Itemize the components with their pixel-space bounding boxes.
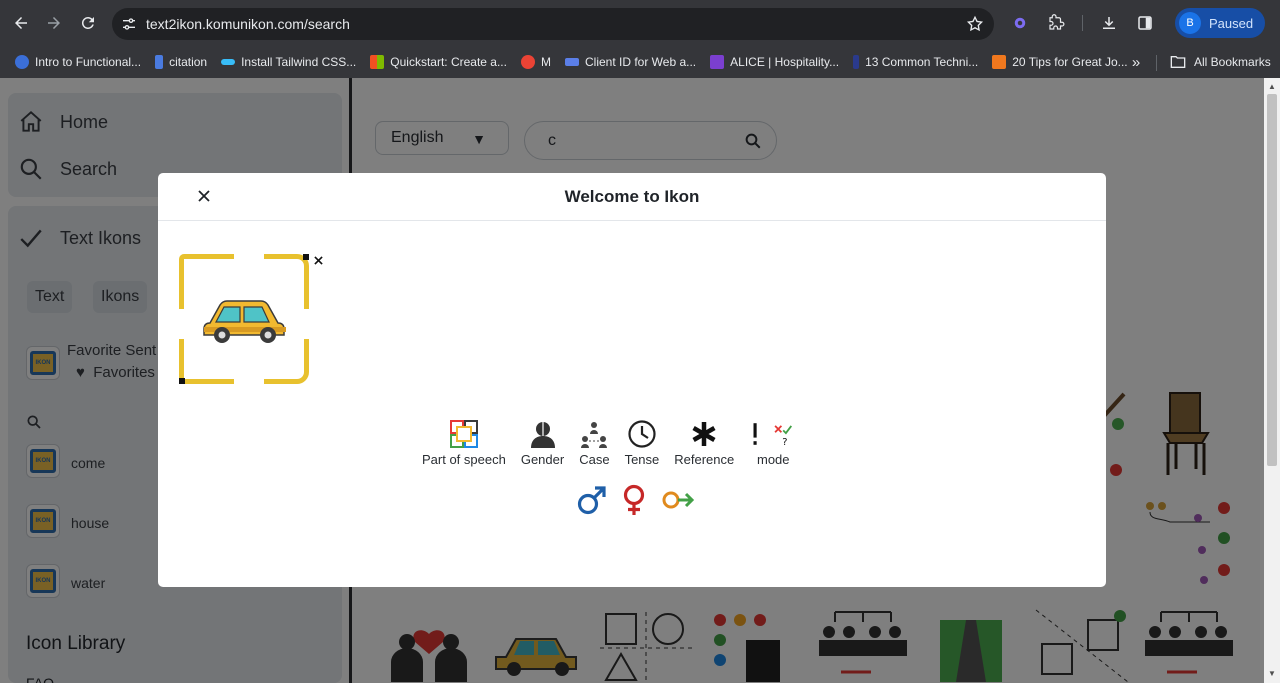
bookmark-item[interactable]: ALICE | Hospitality... xyxy=(703,48,846,76)
profile-status: Paused xyxy=(1209,15,1254,31)
folder-icon xyxy=(1170,56,1186,68)
tool-gender[interactable]: Gender xyxy=(521,419,564,467)
selected-ikon-card[interactable] xyxy=(179,254,309,384)
bookmark-item[interactable]: 13 Common Techni... xyxy=(846,48,985,76)
case-icon xyxy=(581,422,608,448)
bookmark-item[interactable]: citation xyxy=(148,48,214,76)
tool-reference[interactable]: Reference xyxy=(674,419,734,467)
part-of-speech-icon xyxy=(449,420,478,448)
close-icon xyxy=(313,255,323,265)
frame-gap xyxy=(234,379,264,384)
modal-header: Welcome to Ikon xyxy=(158,173,1106,221)
remove-ikon-button[interactable] xyxy=(311,253,325,267)
frame-gap xyxy=(179,309,184,339)
tool-mode[interactable]: ? mode xyxy=(749,419,803,467)
tool-tense[interactable]: Tense xyxy=(625,419,659,467)
welcome-modal: Welcome to Ikon Part of speech Gender Ca… xyxy=(158,173,1106,587)
bookmark-item[interactable]: Install Tailwind CSS... xyxy=(214,48,363,76)
all-bookmarks-button[interactable]: All Bookmarks xyxy=(1170,48,1271,76)
chevron-double-right-icon[interactable]: » xyxy=(1124,50,1148,74)
extension-gear-icon[interactable] xyxy=(1004,7,1036,39)
reload-button[interactable] xyxy=(71,6,105,40)
microsoft-icon xyxy=(370,55,385,69)
side-panel-icon[interactable] xyxy=(1129,7,1161,39)
asterisk-icon xyxy=(692,422,716,446)
browser-toolbar: text2ikon.komunikon.com/search B Paused xyxy=(0,0,1280,46)
arrow-right-icon xyxy=(48,17,60,29)
bookmarks-divider xyxy=(1156,55,1157,71)
frame-gap xyxy=(234,254,264,259)
bookmark-item[interactable]: M xyxy=(514,48,558,76)
tool-part-of-speech[interactable]: Part of speech xyxy=(422,419,506,467)
neuter-symbol-icon[interactable] xyxy=(660,484,696,516)
menu-kebab-icon[interactable] xyxy=(1273,7,1280,39)
modal-title: Welcome to Ikon xyxy=(564,187,700,206)
star-icon[interactable] xyxy=(966,15,984,33)
bookmark-item[interactable]: 20 Tips for Great Jo... xyxy=(985,48,1134,76)
bookmarks-bar: Intro to Functional... citation Install … xyxy=(0,46,1280,78)
arrow-left-icon xyxy=(15,17,27,29)
toolbar-actions: B Paused xyxy=(1004,6,1280,40)
scroll-down-icon[interactable]: ▼ xyxy=(1268,670,1276,678)
back-button[interactable] xyxy=(4,6,38,40)
male-symbol-icon[interactable] xyxy=(576,484,608,516)
mode-icon: ? xyxy=(753,423,793,448)
frame-gap xyxy=(304,309,309,339)
bookmark-item[interactable]: Quickstart: Create a... xyxy=(363,48,514,76)
url-text: text2ikon.komunikon.com/search xyxy=(146,16,350,32)
gender-icon xyxy=(530,422,555,448)
address-bar[interactable]: text2ikon.komunikon.com/search xyxy=(112,8,994,40)
frame-corner xyxy=(303,254,309,260)
reload-icon xyxy=(81,16,94,29)
bookmark-favicon-icon xyxy=(992,55,1007,69)
grammar-toolbar: Part of speech Gender Case Tense Referen… xyxy=(422,419,818,469)
profile-button[interactable]: B Paused xyxy=(1175,8,1266,38)
avatar: B xyxy=(1179,12,1201,34)
site-info-icon[interactable] xyxy=(112,8,146,40)
scroll-up-icon[interactable]: ▲ xyxy=(1268,83,1276,91)
frame-corner xyxy=(179,378,185,384)
bookmark-favicon-icon xyxy=(155,55,164,69)
bookmark-item[interactable]: Intro to Functional... xyxy=(8,48,148,76)
forward-button[interactable] xyxy=(37,6,71,40)
svg-text:?: ? xyxy=(783,437,788,448)
bookmark-item[interactable]: Client ID for Web a... xyxy=(558,48,703,76)
car-icon xyxy=(203,300,286,343)
tool-case[interactable]: Case xyxy=(579,419,610,467)
bookmark-favicon-icon xyxy=(15,55,29,69)
extensions-puzzle-icon[interactable] xyxy=(1040,7,1072,39)
gender-options xyxy=(576,484,696,516)
bookmark-favicon-icon xyxy=(853,55,860,69)
toolbar-divider xyxy=(1082,15,1083,31)
bookmark-favicon-icon xyxy=(520,55,535,69)
api-icon xyxy=(564,58,579,66)
bookmark-favicon-icon xyxy=(710,55,725,69)
female-symbol-icon[interactable] xyxy=(618,484,650,516)
clock-icon xyxy=(628,420,656,448)
download-icon[interactable] xyxy=(1093,7,1125,39)
tailwind-icon xyxy=(221,59,236,65)
scrollbar-thumb[interactable] xyxy=(1267,94,1277,466)
